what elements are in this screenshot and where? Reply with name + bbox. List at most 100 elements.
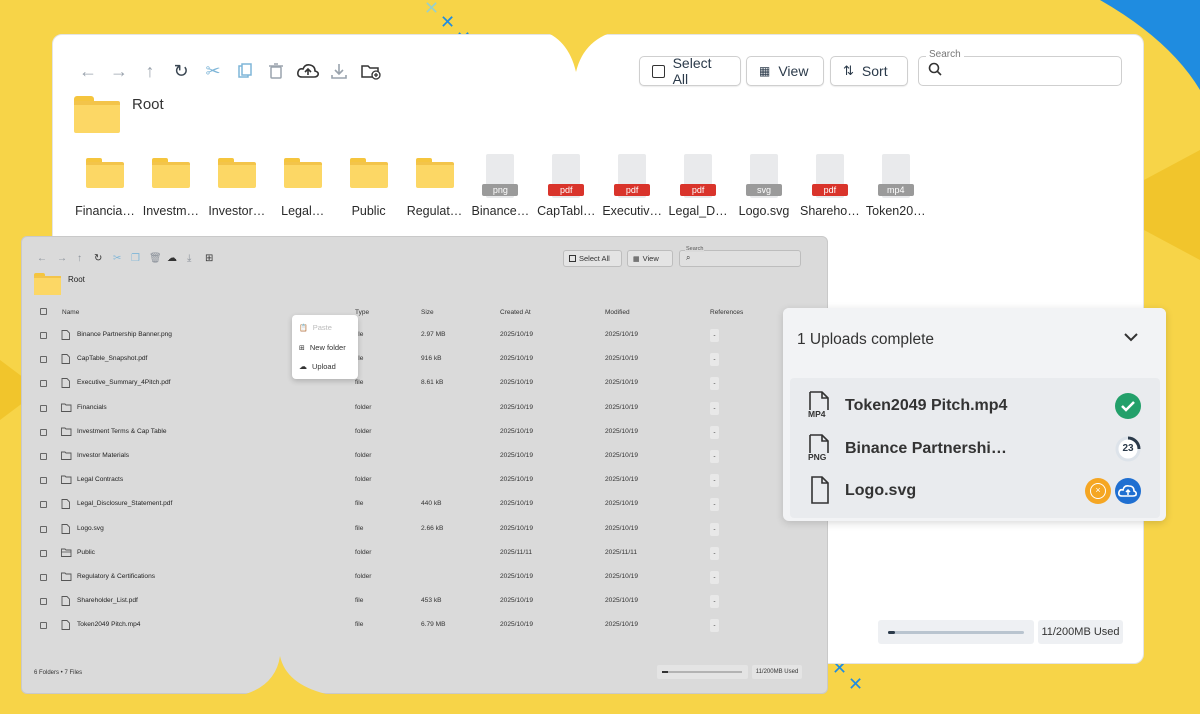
back-arrow-icon[interactable]: ← bbox=[77, 60, 99, 82]
table-row[interactable]: Legal_Disclosure_Statement.pdf file 440 kB… bbox=[30, 493, 800, 517]
table-row[interactable]: Investor Materials folder 2025/10/19 2025/1… bbox=[30, 445, 800, 469]
row-created: 2025/10/19 bbox=[500, 452, 534, 459]
row-checkbox[interactable] bbox=[40, 501, 47, 509]
delete-icon[interactable]: 🗑 bbox=[149, 253, 162, 264]
row-name: CapTable_Snapshot.pdf bbox=[77, 355, 148, 363]
table-row[interactable]: Binance Partnership Banner.png file 2.97 M… bbox=[30, 324, 800, 348]
table-row[interactable]: Executive_Summary_4Pitch.pdf file 8.61 kB 2… bbox=[30, 372, 800, 396]
cloud-upload-icon[interactable] bbox=[297, 60, 319, 82]
table-row[interactable]: CapTable_Snapshot.pdf file 916 kB 2025/10/1… bbox=[30, 348, 800, 372]
row-checkbox[interactable] bbox=[40, 404, 47, 412]
table-row[interactable]: Regulatory & Certifications folder 2025/10… bbox=[30, 566, 800, 590]
table-row[interactable]: Public folder 2025/11/11 2025/11/11 - bbox=[30, 542, 800, 566]
row-checkbox[interactable] bbox=[40, 332, 47, 339]
row-checkbox[interactable] bbox=[40, 525, 47, 533]
row-checkbox[interactable] bbox=[40, 622, 47, 630]
file-item[interactable]: pdf bbox=[536, 154, 596, 198]
folder-item[interactable] bbox=[405, 154, 465, 188]
column-header-references[interactable]: References bbox=[710, 309, 743, 316]
cut-icon[interactable]: ✂ bbox=[202, 60, 224, 82]
start-upload-button[interactable] bbox=[1115, 478, 1141, 504]
context-menu-upload[interactable]: ☁ Upload bbox=[299, 362, 336, 371]
chevron-down-icon[interactable] bbox=[1123, 330, 1139, 348]
refresh-icon[interactable]: ↻ bbox=[94, 253, 102, 264]
table-row[interactable]: Investment Terms & Cap Table folder 2025/1… bbox=[30, 421, 800, 445]
row-checkbox[interactable] bbox=[40, 598, 47, 606]
folder-item[interactable] bbox=[141, 154, 201, 188]
row-references: - bbox=[710, 450, 719, 463]
file-item[interactable]: pdf bbox=[800, 154, 860, 198]
column-header-name[interactable]: Name bbox=[62, 309, 79, 316]
row-created: 2025/10/19 bbox=[500, 331, 534, 338]
search-input[interactable]: ⌕ bbox=[679, 250, 801, 267]
column-header-size[interactable]: Size bbox=[421, 309, 434, 316]
row-checkbox[interactable] bbox=[40, 453, 47, 460]
delete-icon[interactable] bbox=[265, 60, 287, 82]
file-item[interactable]: mp4 bbox=[866, 154, 926, 198]
select-all-checkbox[interactable] bbox=[40, 308, 47, 315]
new-folder-icon[interactable] bbox=[360, 60, 382, 82]
download-icon[interactable]: ⤓ bbox=[187, 253, 191, 264]
row-checkbox[interactable] bbox=[40, 428, 47, 436]
context-menu-paste[interactable]: 📋 Paste bbox=[299, 323, 332, 332]
back-arrow-icon[interactable]: ← bbox=[37, 253, 47, 264]
column-header-type[interactable]: Type bbox=[355, 309, 369, 316]
row-created: 2025/10/19 bbox=[500, 597, 534, 605]
file-item[interactable]: pdf bbox=[602, 154, 662, 198]
row-modified: 2025/10/19 bbox=[605, 573, 639, 580]
table-row[interactable]: Financials folder 2025/10/19 2025/10/19 - bbox=[30, 397, 800, 421]
row-checkbox[interactable] bbox=[40, 549, 47, 557]
table-row[interactable]: Shareholder_List.pdf file 453 kB 2025/10/19… bbox=[30, 590, 800, 614]
footer-summary: 6 Folders • 7 Files bbox=[34, 670, 83, 676]
new-folder-icon[interactable]: ⊞ bbox=[205, 253, 213, 264]
file-type-tag: pdf bbox=[811, 184, 848, 196]
row-checkbox[interactable] bbox=[40, 477, 47, 485]
folder-icon bbox=[217, 158, 256, 188]
row-size: 2.66 kB bbox=[421, 524, 444, 532]
table-row[interactable]: Legal Contracts folder 2025/10/19 2025/10/1… bbox=[30, 469, 800, 493]
row-type: folder bbox=[355, 403, 372, 411]
sort-button[interactable]: ⇅ Sort bbox=[830, 56, 908, 86]
grid-item-label: Executiv… bbox=[602, 204, 663, 218]
folder-item[interactable] bbox=[273, 154, 333, 188]
select-all-button[interactable]: Select All bbox=[639, 55, 741, 87]
copy-icon[interactable]: ❐ bbox=[131, 253, 140, 264]
context-menu-new-folder[interactable]: ⊞ New folder bbox=[299, 343, 346, 352]
column-header-created[interactable]: Created At bbox=[500, 309, 531, 316]
row-checkbox[interactable] bbox=[40, 380, 47, 388]
cut-icon[interactable]: ✂ bbox=[113, 253, 121, 264]
upload-item-name: Binance Partnershi… bbox=[845, 440, 1007, 457]
search-input[interactable] bbox=[918, 56, 1122, 86]
column-header-modified[interactable]: Modified bbox=[605, 309, 630, 316]
view-button[interactable]: ▦ View bbox=[627, 250, 673, 267]
row-checkbox[interactable] bbox=[40, 356, 47, 364]
file-item[interactable]: svg bbox=[734, 154, 794, 198]
folder-icon bbox=[61, 403, 72, 413]
row-size: 440 kB bbox=[421, 500, 442, 508]
file-item[interactable]: png bbox=[470, 154, 530, 198]
folder-item[interactable] bbox=[207, 154, 267, 188]
paste-label: Paste bbox=[312, 323, 332, 332]
forward-arrow-icon[interactable]: → bbox=[57, 253, 67, 264]
up-arrow-icon[interactable]: ↑ bbox=[77, 253, 82, 264]
cloud-upload-icon[interactable]: ☁ bbox=[167, 253, 177, 264]
up-arrow-icon[interactable]: ↑ bbox=[139, 60, 161, 82]
folder-item[interactable] bbox=[339, 154, 399, 188]
table-row[interactable]: Token2049 Pitch.mp4 file 6.79 MB 2025/10/19… bbox=[30, 614, 800, 638]
download-icon[interactable] bbox=[328, 60, 350, 82]
refresh-icon[interactable]: ↻ bbox=[170, 60, 192, 82]
forward-arrow-icon[interactable]: → bbox=[108, 60, 130, 82]
row-created: 2025/10/19 bbox=[500, 621, 534, 629]
table-row[interactable]: Logo.svg file 2.66 kB 2025/10/19 2025/10/19 - bbox=[30, 518, 800, 542]
file-item[interactable]: pdf bbox=[668, 154, 728, 198]
folder-item[interactable] bbox=[75, 154, 135, 188]
sort-icon: ⇅ bbox=[843, 63, 854, 78]
cancel-upload-button[interactable]: × bbox=[1085, 478, 1111, 504]
view-button[interactable]: ▦ View bbox=[746, 56, 824, 86]
search-legend: Search bbox=[926, 49, 964, 60]
uploads-panel-header[interactable]: 1 Uploads complete bbox=[783, 308, 1166, 370]
select-all-button[interactable]: Select All bbox=[563, 250, 622, 267]
row-checkbox[interactable] bbox=[40, 574, 47, 581]
row-name: Token2049 Pitch.mp4 bbox=[77, 621, 141, 629]
copy-icon[interactable] bbox=[234, 60, 256, 82]
